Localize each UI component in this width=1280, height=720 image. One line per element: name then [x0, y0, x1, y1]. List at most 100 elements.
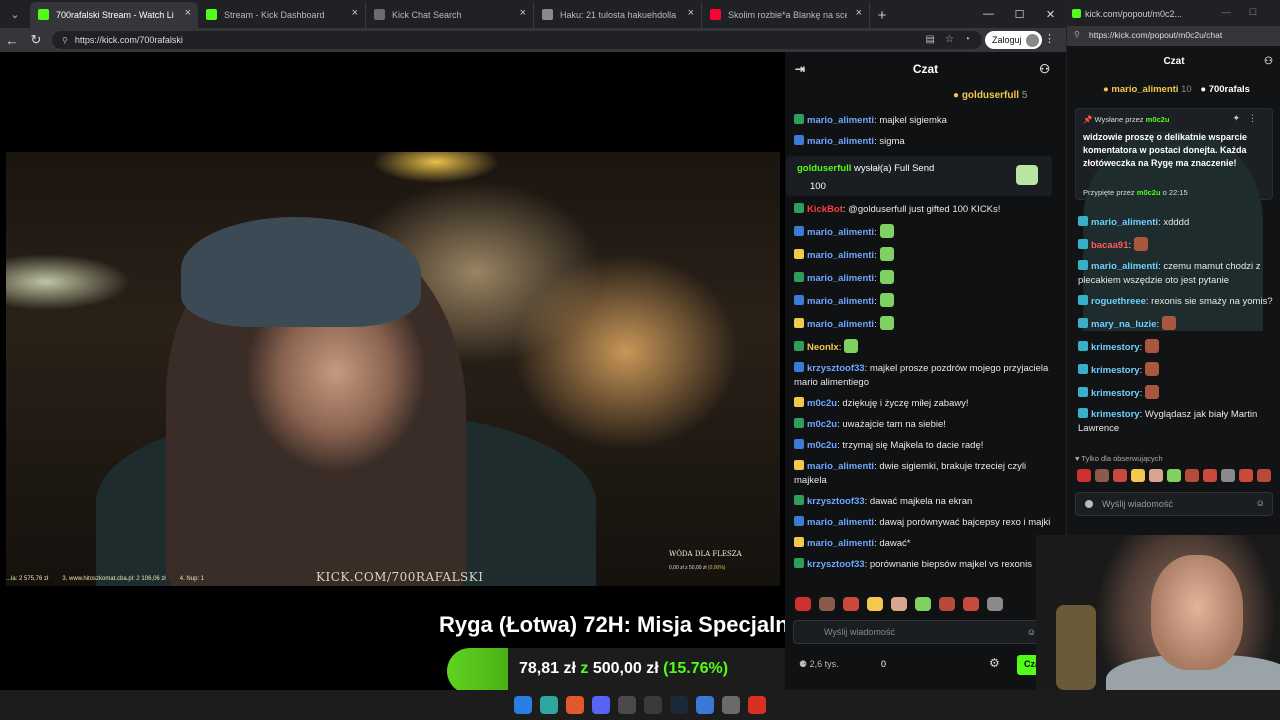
extension-icon[interactable]: ◔	[964, 34, 970, 45]
taskbar-app-icon[interactable]	[540, 696, 558, 714]
emoji-icon[interactable]: ☺	[1256, 498, 1265, 508]
tab-close-icon[interactable]: ×	[856, 7, 862, 19]
close-icon[interactable]: ✕	[1035, 0, 1066, 28]
emote-icon[interactable]	[1113, 469, 1127, 482]
tab-3[interactable]: Haku: 21 tulosta hakuehdolla "lip ×	[534, 2, 702, 28]
chat-username[interactable]: krzysztoof33	[807, 496, 865, 507]
emote-icon[interactable]	[1149, 469, 1163, 482]
taskbar-app-icon[interactable]	[748, 696, 766, 714]
new-tab-button[interactable]: +	[870, 2, 894, 28]
emote-icon[interactable]	[891, 597, 907, 611]
tab-1[interactable]: Stream - Kick Dashboard ×	[198, 2, 366, 28]
chat-text: : trzymaj się Majkela to dacie radę!	[837, 440, 984, 451]
badge-icon	[794, 341, 804, 351]
chat-input[interactable]: Wyślij wiadomość ☺	[793, 620, 1043, 644]
reader-icon[interactable]: ▤	[926, 34, 935, 45]
emote-icon[interactable]	[987, 597, 1003, 611]
chat-username[interactable]: mario_alimenti	[807, 538, 874, 549]
chat-leaderboard[interactable]: ● golduserfull 5	[953, 90, 1027, 101]
badge-icon	[1078, 341, 1088, 351]
chat-username[interactable]: mario_alimenti	[807, 136, 874, 147]
chat-username[interactable]: krzysztoof33	[807, 559, 865, 570]
chat-username[interactable]: m0c2u	[807, 398, 837, 409]
chat-username[interactable]: mario_alimenti	[807, 296, 874, 307]
chat-username[interactable]: mario_alimenti	[807, 461, 874, 472]
users-icon[interactable]: ⚇	[1039, 62, 1050, 76]
emote-icon[interactable]	[939, 597, 955, 611]
reload-icon[interactable]: ↻	[24, 28, 48, 52]
url-field[interactable]: ⚲ https://kick.com/700rafalski ▤ ☆ ◔	[52, 31, 982, 49]
emote-icon[interactable]	[963, 597, 979, 611]
emote-icon[interactable]	[1131, 469, 1145, 482]
tab-4[interactable]: Skolim rozbie*a Blankę na scenie ×	[702, 2, 870, 28]
emote-icon[interactable]	[1095, 469, 1109, 482]
pin-controls[interactable]: ✦⋮	[1232, 113, 1265, 124]
emote-icon[interactable]	[1221, 469, 1235, 482]
minimize-icon[interactable]: —	[973, 0, 1004, 28]
emote-icon[interactable]	[843, 597, 859, 611]
emote-icon[interactable]	[1185, 469, 1199, 482]
login-button[interactable]: Zaloguj	[985, 31, 1042, 49]
emote-icon[interactable]	[1239, 469, 1253, 482]
popout-emote-bar[interactable]	[1077, 469, 1271, 482]
emote-icon[interactable]	[1203, 469, 1217, 482]
chat-username[interactable]: mario_alimenti	[807, 273, 874, 284]
taskbar-app-icon[interactable]	[592, 696, 610, 714]
chat-username[interactable]: mario_alimenti	[807, 319, 874, 330]
gear-icon[interactable]: ⚙	[989, 656, 1000, 670]
tab-close-icon[interactable]: ×	[688, 7, 694, 19]
chat-username[interactable]: KickBot	[807, 204, 843, 215]
emoji-icon[interactable]: ☺	[1027, 627, 1036, 637]
tab-2[interactable]: Kick Chat Search ×	[366, 2, 534, 28]
popout-url[interactable]: https://kick.com/popout/m0c2u/chat	[1089, 30, 1222, 40]
tab-close-icon[interactable]: ×	[520, 7, 526, 19]
chat-username[interactable]: mario_alimenti	[807, 115, 874, 126]
chat-username[interactable]: mario_alimenti	[807, 227, 874, 238]
emote-bar[interactable]	[795, 597, 1060, 613]
chat-username[interactable]: krimestory	[1091, 409, 1140, 420]
taskbar-app-icon[interactable]	[514, 696, 532, 714]
collapse-chat-icon[interactable]: ⇥	[795, 62, 805, 76]
chat-username[interactable]: bacaa91	[1091, 240, 1129, 251]
chat-username[interactable]: mario_alimenti	[1091, 217, 1158, 228]
video-player[interactable]: WÓDA DLA FLESZA 0,00 zł z 50,00 zł (0,00…	[6, 152, 780, 586]
menu-icon[interactable]: ⋮	[1044, 32, 1055, 45]
tab-search-icon[interactable]: ⌄	[0, 0, 30, 28]
emote-icon[interactable]	[1257, 469, 1271, 482]
star-icon[interactable]: ☆	[945, 34, 954, 45]
tab-close-icon[interactable]: ×	[352, 7, 358, 19]
tab-close-icon[interactable]: ×	[185, 7, 191, 19]
emote-icon[interactable]	[1167, 469, 1181, 482]
chat-username[interactable]: m0c2u	[807, 440, 837, 451]
maximize-icon[interactable]: ☐	[1004, 0, 1035, 28]
popout-window-controls[interactable]: —☐	[1222, 7, 1275, 18]
chat-username[interactable]: krimestory	[1091, 365, 1140, 376]
emote-icon[interactable]	[915, 597, 931, 611]
chat-username[interactable]: NeonIx	[807, 342, 839, 353]
chat-username[interactable]: mario_alimenti	[807, 250, 874, 261]
chat-username[interactable]: mario_alimenti	[1091, 261, 1158, 272]
taskbar-app-icon[interactable]	[618, 696, 636, 714]
taskbar-app-icon[interactable]	[722, 696, 740, 714]
chat-username[interactable]: m0c2u	[807, 419, 837, 430]
chat-username[interactable]: krzysztoof33	[807, 363, 865, 374]
back-icon[interactable]: ←	[0, 28, 24, 52]
users-icon[interactable]: ⚇	[1264, 56, 1273, 67]
chat-username[interactable]: roguethreee	[1091, 296, 1146, 307]
emote-icon[interactable]	[795, 597, 811, 611]
chat-username[interactable]: krimestory	[1091, 342, 1140, 353]
taskbar-app-icon[interactable]	[566, 696, 584, 714]
chat-username[interactable]: mary_na_luzie	[1091, 319, 1156, 330]
emote-icon[interactable]	[819, 597, 835, 611]
chat-username[interactable]: mario_alimenti	[807, 517, 874, 528]
tab-0[interactable]: 700rafalski Stream - Watch Li ×	[30, 2, 198, 28]
popout-leaderboard[interactable]: ● mario_alimenti 10 ● 700rafals	[1103, 84, 1250, 95]
chat-username[interactable]: krimestory	[1091, 388, 1140, 399]
taskbar-app-icon[interactable]	[670, 696, 688, 714]
emote-icon[interactable]	[867, 597, 883, 611]
popout-chat-input[interactable]: Wyślij wiadomość ☺	[1075, 492, 1273, 516]
taskbar-app-icon[interactable]	[644, 696, 662, 714]
popout-chat-message: mary_na_luzie:	[1078, 316, 1274, 332]
taskbar-app-icon[interactable]	[696, 696, 714, 714]
emote-icon[interactable]	[1077, 469, 1091, 482]
